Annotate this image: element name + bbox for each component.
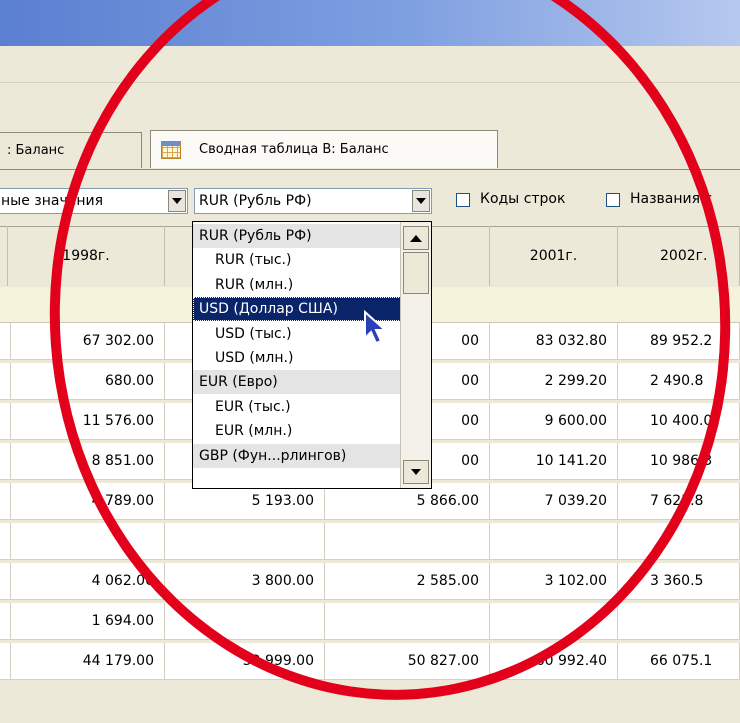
table-cell[interactable]: [325, 523, 490, 559]
tab-pivot-table-balance[interactable]: Сводная таблица В: Баланс: [150, 130, 498, 168]
table-cell[interactable]: 11 576.00: [8, 403, 165, 439]
table-cell[interactable]: 67 302.00: [8, 323, 165, 359]
table-cell[interactable]: 60 992.40: [490, 643, 618, 679]
pivot-table-icon: [161, 140, 181, 159]
mouse-pointer-icon: [364, 310, 388, 345]
currency-select-text: RUR (Рубль РФ): [199, 193, 312, 209]
table-cell[interactable]: 10 986.3: [618, 443, 740, 479]
row-codes-checkbox[interactable]: [456, 193, 470, 207]
table-cell[interactable]: [618, 523, 740, 559]
row-names-label: Названия с: [630, 191, 713, 207]
values-select[interactable]: ные значения: [0, 188, 188, 214]
table-cell[interactable]: 1 694.00: [8, 603, 165, 639]
tab-balance[interactable]: : Баланс: [0, 132, 142, 168]
toolbar: [0, 83, 740, 120]
values-select-text: ные значения: [1, 193, 104, 209]
row-names-checkbox[interactable]: [606, 193, 620, 207]
table-cell[interactable]: 7 625.8: [618, 483, 740, 519]
scroll-up-button[interactable]: [403, 226, 429, 250]
table-cell[interactable]: 2 299.20: [490, 363, 618, 399]
tab-label: : Баланс: [7, 143, 65, 158]
dropdown-option[interactable]: GBP (Фун...рлингов): [193, 443, 409, 468]
table-cell[interactable]: [618, 603, 740, 639]
table-cell[interactable]: [490, 523, 618, 559]
table-cell[interactable]: 10 400.0: [618, 403, 740, 439]
table-cell[interactable]: 680.00: [8, 363, 165, 399]
table-cell[interactable]: 2 490.8: [618, 363, 740, 399]
table-cell[interactable]: [165, 523, 325, 559]
chevron-down-icon[interactable]: [168, 190, 186, 212]
table-cell[interactable]: 3 102.00: [490, 563, 618, 599]
dropdown-option[interactable]: USD (млн.): [193, 346, 409, 370]
dropdown-option[interactable]: RUR (Рубль РФ): [193, 224, 409, 248]
scroll-down-button[interactable]: [403, 460, 429, 484]
window-title-bar: [0, 0, 740, 46]
table-cell[interactable]: 3 360.5: [618, 563, 740, 599]
table-cell[interactable]: 10 141.20: [490, 443, 618, 479]
column-header: [0, 226, 8, 286]
table-cell[interactable]: 50 827.00: [325, 643, 490, 679]
chevron-down-icon[interactable]: [412, 190, 430, 212]
table-cell[interactable]: 3 800.00: [165, 563, 325, 599]
table-cell[interactable]: 83 032.80: [490, 323, 618, 359]
dropdown-option[interactable]: RUR (тыс.): [193, 248, 409, 272]
dropdown-option[interactable]: EUR (тыс.): [193, 395, 409, 419]
scroll-thumb[interactable]: [403, 252, 429, 294]
table-cell[interactable]: 89 952.2: [618, 323, 740, 359]
column-header-2002[interactable]: 2002г.: [618, 226, 740, 286]
table-cell[interactable]: 4 789.00: [8, 483, 165, 519]
table-cell[interactable]: [8, 523, 165, 559]
table-cell[interactable]: 66 075.1: [618, 643, 740, 679]
table-cell[interactable]: 44 179.00: [8, 643, 165, 679]
table-cell[interactable]: 8 851.00: [8, 443, 165, 479]
dropdown-option[interactable]: RUR (млн.): [193, 273, 409, 297]
currency-select[interactable]: RUR (Рубль РФ): [194, 188, 432, 214]
menu-bar: [0, 46, 740, 83]
table-cell[interactable]: 4 062.00: [8, 563, 165, 599]
row-codes-label: Коды строк: [480, 191, 566, 207]
table-cell[interactable]: 9 600.00: [490, 403, 618, 439]
tab-label: Сводная таблица В: Баланс: [199, 142, 389, 157]
table-cell[interactable]: [325, 603, 490, 639]
table-cell[interactable]: 2 585.00: [325, 563, 490, 599]
table-cell[interactable]: 52 999.00: [165, 643, 325, 679]
column-header-2001[interactable]: 2001г.: [490, 226, 618, 286]
table-cell[interactable]: [165, 603, 325, 639]
currency-dropdown-list[interactable]: RUR (Рубль РФ) RUR (тыс.) RUR (млн.) USD (Д…: [192, 221, 432, 489]
table-cell[interactable]: 7 039.20: [490, 483, 618, 519]
column-header-1998[interactable]: 1998г.: [8, 226, 165, 286]
table-cell[interactable]: [490, 603, 618, 639]
dropdown-option[interactable]: EUR (млн.): [193, 419, 409, 443]
dropdown-option[interactable]: EUR (Евро): [193, 370, 409, 395]
dropdown-scrollbar[interactable]: [400, 222, 431, 488]
